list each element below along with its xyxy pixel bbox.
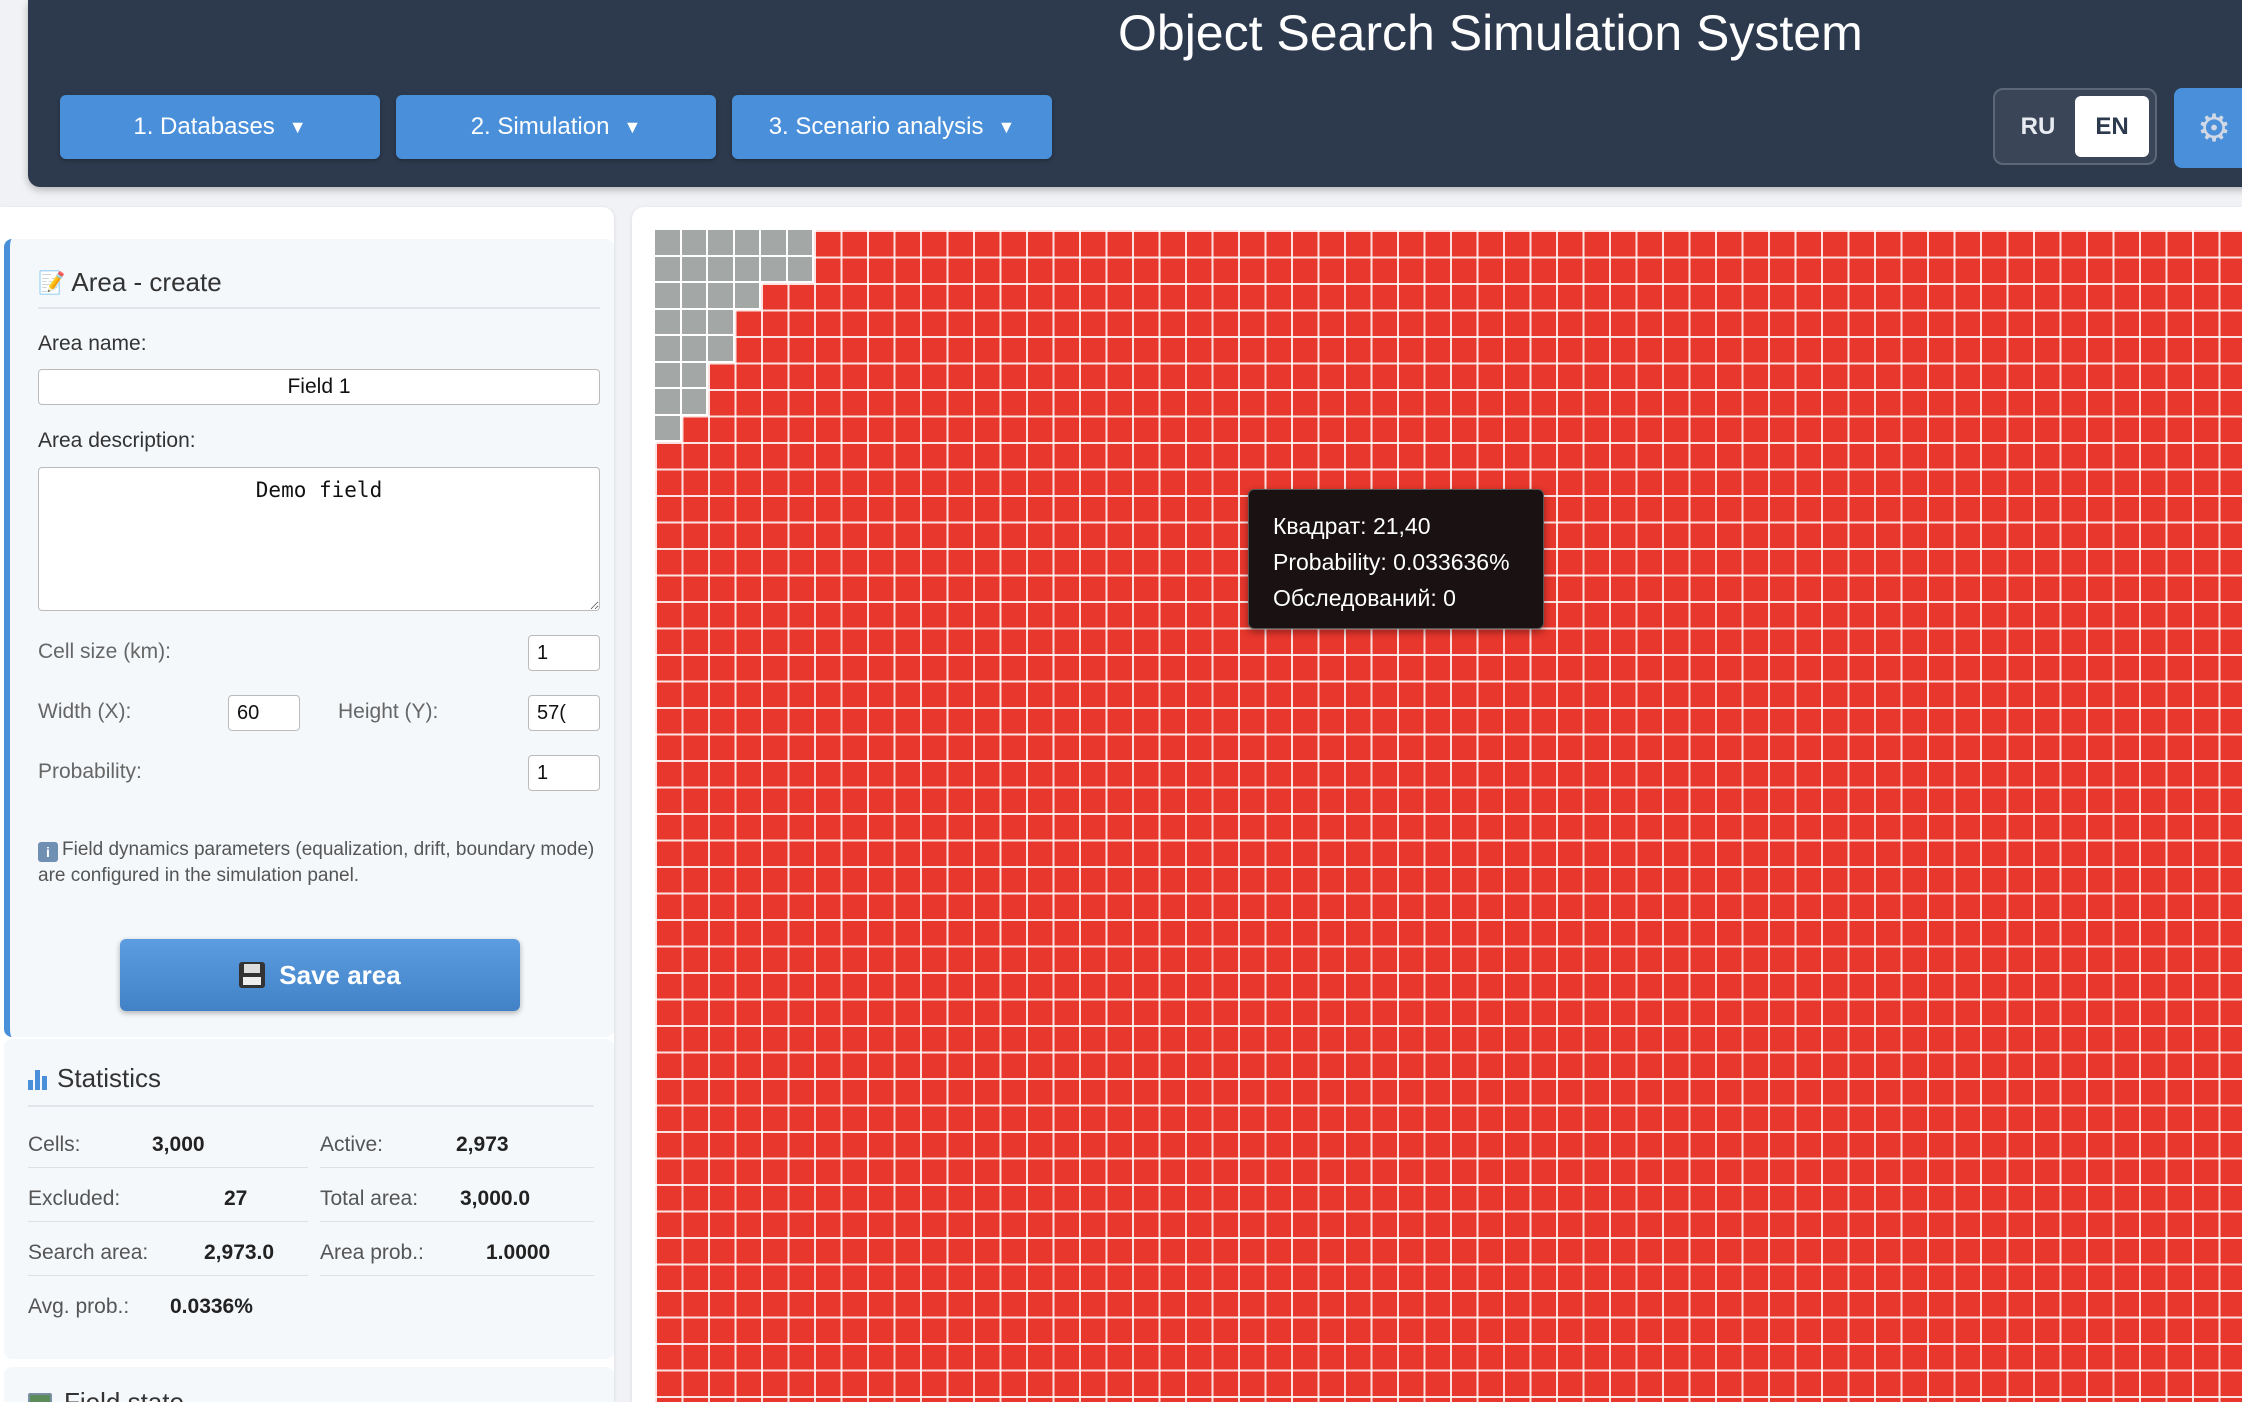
stat-total-area-label: Total area: [320, 1187, 419, 1210]
lang-ru-button[interactable]: RU [2001, 96, 2075, 157]
area-name-input[interactable] [38, 369, 600, 405]
excluded-cell[interactable] [681, 362, 708, 389]
bar-chart-icon [28, 1068, 47, 1090]
field-state-title-text: Field state [64, 1387, 184, 1402]
excluded-cell[interactable] [708, 256, 735, 283]
excluded-cell[interactable] [761, 230, 788, 257]
stat-avg-prob-label: Avg. prob.: [28, 1295, 130, 1318]
probability-grid[interactable] [655, 230, 2242, 1402]
area-description-label: Area description: [38, 429, 196, 452]
stat-cells-value: 3,000 [152, 1133, 205, 1156]
nav-simulation-button[interactable]: 2. Simulation ▼ [396, 95, 716, 159]
lang-en-button[interactable]: EN [2075, 96, 2149, 157]
width-input[interactable] [228, 695, 300, 731]
save-area-button[interactable]: Save area [120, 939, 520, 1011]
stat-search-area-label: Search area: [28, 1241, 149, 1264]
field-dynamics-note: i Field dynamics parameters (equalization… [38, 837, 598, 889]
divider [28, 1105, 594, 1107]
picture-icon [28, 1392, 52, 1402]
app-header: Object Search Simulation System 1. Datab… [28, 0, 2242, 187]
chevron-down-icon: ▼ [623, 116, 642, 137]
excluded-cell[interactable] [681, 336, 708, 363]
excluded-cell[interactable] [655, 309, 682, 336]
excluded-cell[interactable] [787, 256, 814, 283]
excluded-cell[interactable] [681, 256, 708, 283]
divider [38, 307, 600, 309]
stat-active-label: Active: [320, 1133, 384, 1156]
language-switch: RU EN [1993, 88, 2157, 165]
probability-input[interactable] [528, 755, 600, 791]
excluded-cell[interactable] [655, 415, 682, 442]
map-panel [632, 207, 2242, 1402]
cell-size-input[interactable] [528, 635, 600, 671]
width-label: Width (X): [38, 700, 132, 723]
excluded-cell[interactable] [655, 256, 682, 283]
stat-total-area-value: 3,000.0 [460, 1187, 531, 1210]
cell-tooltip: Квадрат: 21,40 Probability: 0.033636% Об… [1248, 489, 1544, 629]
excluded-cell[interactable] [655, 336, 682, 363]
cell-size-label: Cell size (km): [38, 640, 172, 663]
field-state-title: Field state [28, 1387, 184, 1402]
excluded-cell[interactable] [681, 389, 708, 416]
tooltip-surveys-line: Обследований: 0 [1273, 585, 1456, 611]
info-icon: i [38, 842, 58, 862]
app-title: Object Search Simulation System [1118, 5, 1863, 61]
tooltip-cell-line: Квадрат: 21,40 [1273, 513, 1431, 539]
stat-area-prob-label: Area prob.: [320, 1241, 424, 1264]
nav-simulation-label: 2. Simulation [470, 113, 610, 140]
stat-excluded-value: 27 [224, 1187, 248, 1210]
area-create-panel: 📝 Area - create Area name: Area descript… [4, 239, 614, 1037]
excluded-cell[interactable] [655, 230, 682, 257]
stat-excluded-label: Excluded: [28, 1187, 121, 1210]
area-create-title-text: Area - create [71, 267, 222, 297]
stat-area-prob-value: 1.0000 [486, 1241, 551, 1264]
nav-scenario-analysis-button[interactable]: 3. Scenario analysis ▼ [732, 95, 1052, 159]
excluded-cell[interactable] [655, 283, 682, 310]
stat-active-value: 2,973 [456, 1133, 509, 1156]
memo-icon: 📝 [38, 269, 66, 295]
area-create-title: 📝 Area - create [38, 267, 222, 298]
excluded-cell[interactable] [734, 283, 761, 310]
excluded-cell[interactable] [681, 283, 708, 310]
area-description-textarea[interactable]: Demo field [38, 467, 600, 611]
tooltip-probability-line: Probability: 0.033636% [1273, 549, 1510, 575]
excluded-cell[interactable] [681, 230, 708, 257]
sidebar: 📝 Area - create Area name: Area descript… [0, 207, 614, 1402]
field-state-panel: Field state [4, 1367, 614, 1402]
statistics-title-text: Statistics [57, 1063, 162, 1093]
save-area-label: Save area [279, 959, 401, 990]
field-dynamics-note-text: Field dynamics parameters (equalization,… [38, 839, 595, 886]
chevron-down-icon: ▼ [288, 116, 307, 137]
chevron-down-icon: ▼ [997, 116, 1016, 137]
nav-scenario-analysis-label: 3. Scenario analysis [768, 113, 984, 140]
excluded-cell[interactable] [708, 309, 735, 336]
statistics-panel: Statistics Cells: 3,000 Active: 2,973 Ex… [4, 1039, 614, 1359]
excluded-cell[interactable] [761, 256, 788, 283]
probability-label: Probability: [38, 760, 142, 783]
nav-databases-button[interactable]: 1. Databases ▼ [60, 95, 380, 159]
excluded-cell[interactable] [655, 389, 682, 416]
excluded-cell[interactable] [708, 283, 735, 310]
excluded-cell[interactable] [708, 336, 735, 363]
excluded-cell[interactable] [681, 309, 708, 336]
height-label: Height (Y): [338, 700, 439, 723]
excluded-cell[interactable] [787, 230, 814, 257]
stat-cells-label: Cells: [28, 1133, 81, 1156]
excluded-cell[interactable] [708, 230, 735, 257]
floppy-disk-icon [239, 962, 266, 988]
excluded-cell[interactable] [655, 362, 682, 389]
excluded-cell[interactable] [734, 230, 761, 257]
stat-avg-prob-value: 0.0336% [170, 1295, 253, 1318]
gear-icon: ⚙ [2196, 107, 2232, 150]
area-name-label: Area name: [38, 332, 147, 355]
height-input[interactable] [528, 695, 600, 731]
stat-search-area-value: 2,973.0 [204, 1241, 275, 1264]
nav-databases-label: 1. Databases [133, 113, 275, 140]
excluded-cell[interactable] [734, 256, 761, 283]
statistics-title: Statistics [28, 1063, 161, 1094]
settings-button[interactable]: ⚙ [2174, 88, 2242, 168]
